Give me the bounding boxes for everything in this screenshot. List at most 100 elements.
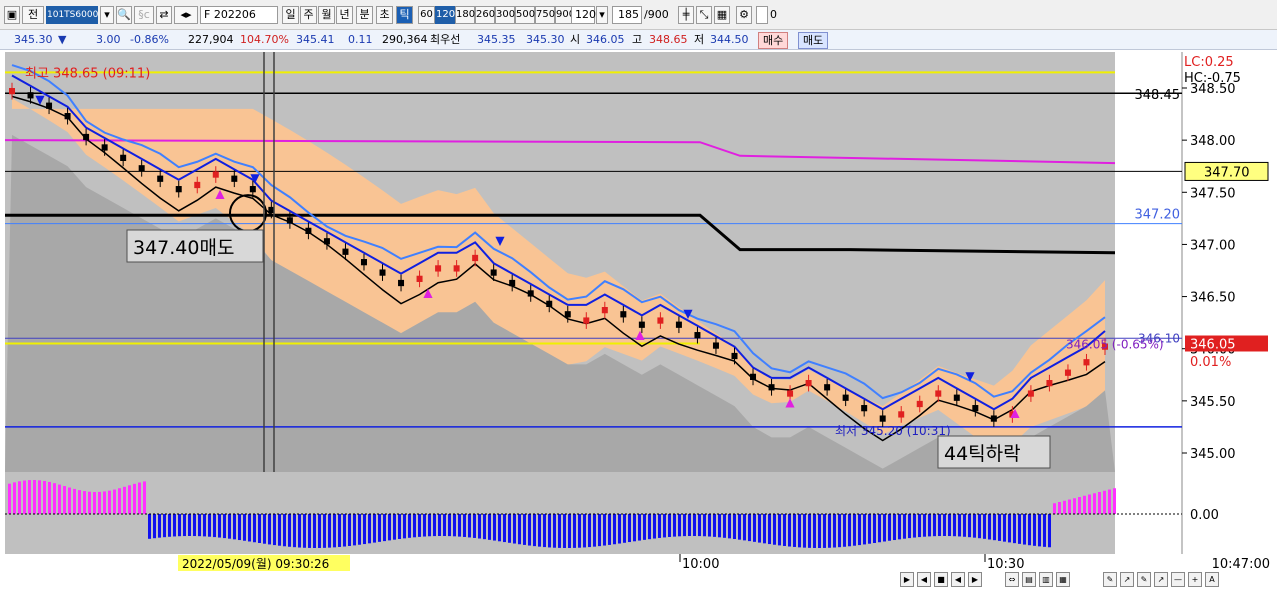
- osc-bar-388: [388, 514, 391, 541]
- osc-bar-538: [538, 514, 541, 547]
- candle-4: [83, 133, 90, 141]
- osc-bar-803: [803, 514, 806, 548]
- trend-icon[interactable]: ↗: [1120, 572, 1134, 587]
- osc-bar-253: [253, 514, 256, 543]
- osc-bar-1063: [1063, 500, 1066, 514]
- osc-bar-813: [813, 514, 816, 548]
- period-tab-1[interactable]: 주: [300, 6, 317, 24]
- candle-58: [1083, 359, 1090, 366]
- osc-bar-883: [883, 514, 886, 542]
- best-label: 최우선: [430, 33, 461, 46]
- signal-arrow-icon-7: ▲: [635, 327, 645, 341]
- code-input[interactable]: 101TS6000: [46, 6, 98, 24]
- osc-bar-413: [413, 514, 416, 538]
- osc-bar-293: [293, 514, 296, 548]
- tick-select[interactable]: 120: [571, 6, 596, 24]
- prev-icon[interactable]: ◀: [951, 572, 965, 587]
- period-tab-6[interactable]: 틱: [396, 6, 413, 24]
- next-icon[interactable]: ▶: [968, 572, 982, 587]
- period-tab-2[interactable]: 월: [318, 6, 335, 24]
- tick-button-260[interactable]: 260: [475, 6, 495, 24]
- osc-bar-678: [678, 514, 681, 537]
- rewind-icon[interactable]: ◀: [917, 572, 931, 587]
- osc-bar-213: [213, 514, 216, 538]
- link-icon[interactable]: ⇄: [156, 6, 172, 24]
- tick-button-60[interactable]: 60: [418, 6, 435, 24]
- period-tab-5[interactable]: 초: [376, 6, 393, 24]
- tick-button-120[interactable]: 120: [435, 6, 455, 24]
- pen-icon[interactable]: ✎: [1103, 572, 1117, 587]
- plus-icon[interactable]: +: [1188, 572, 1202, 587]
- candle-27: [509, 279, 516, 287]
- candle-29: [546, 300, 553, 307]
- minus-icon[interactable]: —: [1171, 572, 1185, 587]
- dropdown-icon[interactable]: ▾: [100, 6, 114, 24]
- layout3-icon[interactable]: ▦: [1056, 572, 1070, 587]
- checkbox[interactable]: [756, 6, 768, 24]
- speaker-icon[interactable]: ◂▸: [174, 6, 198, 24]
- candle-16: [305, 227, 312, 234]
- osc-bar-863: [863, 514, 866, 545]
- draw-icon[interactable]: ⤡: [696, 6, 712, 24]
- osc-bar-168: [168, 514, 171, 537]
- buy-button[interactable]: 매수: [758, 32, 789, 49]
- menu-button[interactable]: 전: [22, 6, 44, 24]
- tick-button-300[interactable]: 300: [495, 6, 515, 24]
- current-price-label: 346.05: [1190, 338, 1236, 353]
- candle-6: [120, 154, 127, 161]
- arrow-icon[interactable]: ↗: [1154, 572, 1168, 587]
- osc-bar-508: [508, 514, 511, 543]
- osc-bar-718: [718, 514, 721, 538]
- candle-36: [675, 321, 682, 328]
- osc-bar-343: [343, 514, 346, 547]
- play-icon[interactable]: ▶: [900, 572, 914, 587]
- tick-button-750[interactable]: 750: [535, 6, 555, 24]
- osc-bar-1038: [1038, 514, 1041, 547]
- candle-icon[interactable]: ╪: [678, 6, 694, 24]
- theory-price: 345.41: [296, 33, 335, 46]
- osc-bar-543: [543, 514, 546, 548]
- period-tab-0[interactable]: 일: [282, 6, 299, 24]
- osc-bar-428: [428, 514, 431, 537]
- search-icon[interactable]: 🔍: [116, 6, 132, 24]
- sell-button[interactable]: 매도: [798, 32, 829, 49]
- osc-bar-438: [438, 514, 441, 537]
- window-icon[interactable]: ▣: [4, 6, 20, 24]
- osc-bar-238: [238, 514, 241, 541]
- grid-icon[interactable]: ▦: [714, 6, 730, 24]
- period-tab-3[interactable]: 년: [336, 6, 353, 24]
- osc-bar-53: [53, 483, 56, 514]
- osc-bar-868: [868, 514, 871, 544]
- contract-input[interactable]: F 202206: [200, 6, 278, 24]
- osc-bar-313: [313, 514, 316, 548]
- stop-icon[interactable]: ■: [934, 572, 948, 587]
- layout-icon[interactable]: ▤: [1022, 572, 1036, 587]
- osc-bar-348: [348, 514, 351, 546]
- tick-button-500[interactable]: 500: [515, 6, 535, 24]
- osc-bar-903: [903, 514, 906, 539]
- tick-button-180[interactable]: 180: [455, 6, 475, 24]
- sc-icon[interactable]: §c: [134, 6, 154, 24]
- pen2-icon[interactable]: ✎: [1137, 572, 1151, 587]
- count-input[interactable]: 185: [612, 6, 642, 24]
- osc-bar-733: [733, 514, 736, 539]
- candle-9: [175, 186, 182, 193]
- chevron-down-icon[interactable]: ▾: [596, 6, 608, 24]
- candle-33: [620, 311, 627, 318]
- osc-bar-328: [328, 514, 331, 548]
- candle-39: [731, 352, 738, 360]
- signal-arrow-icon-4: ▼: [965, 369, 975, 383]
- layout2-icon[interactable]: ▥: [1039, 572, 1053, 587]
- text-icon[interactable]: A: [1205, 572, 1219, 587]
- osc-bar-363: [363, 514, 366, 545]
- osc-bar-608: [608, 514, 611, 545]
- osc-bar-198: [198, 514, 201, 537]
- price-chart[interactable]: ▼ ▼ ▼ ▼ ▼ ▲ ▲ ▲ ▲ ▲ 최고 348.65 (09:11) 최저 345.20 (1…: [0, 52, 1277, 572]
- candle-45: [842, 394, 849, 401]
- gear-icon[interactable]: ⚙: [736, 6, 752, 24]
- osc-bar-278: [278, 514, 281, 546]
- zoom-icon[interactable]: ⇔: [1005, 572, 1019, 587]
- period-tab-4[interactable]: 분: [356, 6, 373, 24]
- osc-bar-948: [948, 514, 951, 537]
- osc-bar-693: [693, 514, 696, 537]
